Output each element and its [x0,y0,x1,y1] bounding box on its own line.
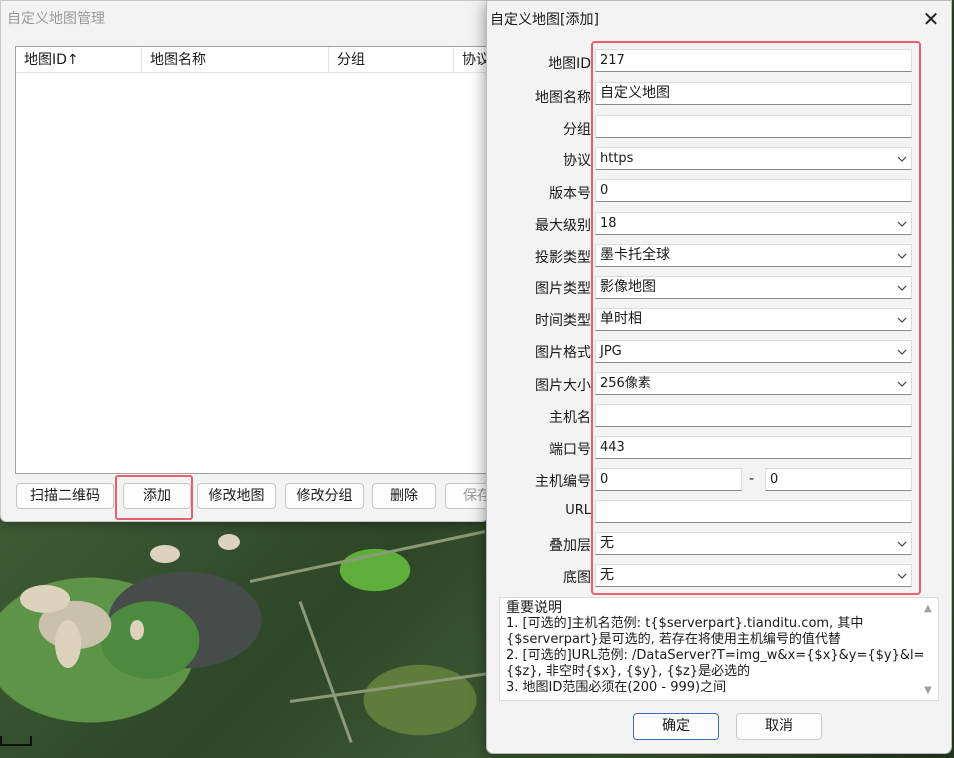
label-image-size: 图片大小 [535,378,591,394]
scan-qr-button[interactable]: 扫描二维码 [16,483,114,509]
sand-bunker [218,534,240,550]
fields-highlight [591,41,921,595]
label-image-format: 图片格式 [535,345,591,361]
close-icon[interactable]: ✕ [911,3,951,35]
label-host-number: 主机编号 [535,474,591,490]
label-map-name: 地图名称 [535,90,591,106]
map-manager-window: 自定义地图管理 地图ID↑ 地图名称 分组 协议 扫描二维码 添加 修改地图 修… [0,0,509,522]
add-map-dialog: 自定义地图[添加] ✕ 地图ID 地图名称 分组 协议 版本号 最大级别 投影类… [486,0,952,754]
sand-bunker [130,620,144,640]
column-header-group[interactable]: 分组 [329,47,454,73]
notes-textbox[interactable]: 重要说明 1. [可选的]主机名范例: t{$serverpart}.tiand… [499,597,939,701]
delete-button[interactable]: 删除 [372,483,436,509]
notes-line: 1. [可选的]主机名范例: t{$serverpart}.tianditu.c… [506,616,864,631]
notes-content: 重要说明 1. [可选的]主机名范例: t{$serverpart}.tiand… [506,600,925,696]
map-list-table[interactable]: 地图ID↑ 地图名称 分组 协议 [15,46,495,474]
column-header-map-id[interactable]: 地图ID↑ [16,47,142,73]
label-protocol: 协议 [563,153,591,169]
label-base-map: 底图 [563,570,591,586]
ok-button[interactable]: 确定 [633,713,719,740]
map-scale-bar [0,736,32,746]
label-overlay: 叠加层 [549,538,591,554]
label-projection: 投影类型 [535,250,591,266]
add-button-highlight [115,475,193,520]
window-title: 自定义地图管理 [7,11,105,27]
table-header: 地图ID↑ 地图名称 分组 协议 [16,47,494,73]
map-road [298,600,353,743]
notes-line: 重要说明 [506,600,562,616]
edit-map-button[interactable]: 修改地图 [197,483,276,509]
label-group: 分组 [563,122,591,138]
label-version: 版本号 [549,186,591,202]
map-road [249,530,486,583]
label-port: 端口号 [549,442,591,458]
dialog-title: 自定义地图[添加] [490,12,599,28]
label-time-type: 时间类型 [535,313,591,329]
notes-line: 3. 地图ID范围必须在(200 - 999)之间 [506,680,727,695]
label-image-type: 图片类型 [535,281,591,297]
label-host: 主机名 [549,410,591,426]
cancel-button[interactable]: 取消 [736,713,822,740]
map-road [289,672,489,703]
notes-line: 2. [可选的]URL范例: /DataServer?T=img_w&x={$x… [506,648,925,663]
label-map-id: 地图ID [548,56,591,72]
column-header-map-name[interactable]: 地图名称 [142,47,329,73]
sand-bunker [55,620,81,668]
notes-line: {$z}, 非空时{$x}, {$y}, {$z}是必选的 [506,664,751,679]
scroll-down-icon[interactable]: ▼ [920,684,936,698]
edit-group-button[interactable]: 修改分组 [285,483,364,509]
sand-bunker [20,585,70,613]
sand-bunker [150,545,180,563]
scroll-up-icon[interactable]: ▲ [920,602,936,616]
label-max-level: 最大级别 [535,218,591,234]
label-url: URL [565,503,591,518]
notes-line: {$serverpart}是可选的, 若存在将使用主机编号的值代替 [506,632,841,647]
